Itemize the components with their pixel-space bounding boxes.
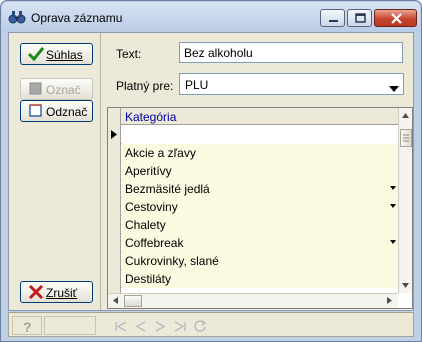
status-text-cell — [44, 316, 96, 335]
cancel-button[interactable]: Zrušiť — [20, 281, 93, 303]
unmark-label: Odznač — [46, 105, 88, 119]
dialog-body: Súhlas Označ Odznač Zrušiť Text: Bez alk… — [8, 32, 414, 311]
category-cell[interactable] — [122, 126, 398, 144]
nav-cell — [98, 316, 411, 335]
table-row[interactable] — [108, 126, 398, 144]
chevron-down-icon — [389, 81, 399, 92]
svg-text:?: ? — [23, 319, 32, 334]
scroll-down-icon[interactable] — [402, 282, 409, 289]
close-icon — [391, 13, 402, 24]
table-row[interactable]: Aperitívy — [108, 162, 398, 180]
current-row-pointer-icon — [111, 130, 117, 139]
minimize-icon — [329, 20, 338, 22]
table-row[interactable]: Destiláty — [108, 270, 398, 288]
maximize-button[interactable] — [347, 9, 372, 27]
unmark-button[interactable]: Odznač — [20, 100, 93, 122]
table-row[interactable]: Cukrovinky, slané — [108, 252, 398, 270]
red-x-icon — [28, 284, 44, 300]
agree-button[interactable]: Súhlas — [20, 43, 93, 65]
text-field-label: Text: — [116, 47, 142, 61]
row-header[interactable] — [108, 234, 121, 252]
category-cell[interactable]: Bezmäsité jedlá — [122, 180, 398, 198]
category-cell[interactable]: Aperitívy — [122, 162, 398, 180]
close-button[interactable] — [374, 9, 417, 27]
last-record-icon[interactable] — [174, 321, 186, 332]
column-header-category[interactable]: Kategória — [122, 108, 398, 125]
table-row[interactable]: Cestoviny — [108, 198, 398, 216]
grid-header: Kategória — [108, 108, 398, 125]
minimize-button[interactable] — [320, 9, 345, 27]
window-title: Oprava záznamu — [31, 11, 123, 25]
agree-label: Súhlas — [46, 48, 83, 62]
mark-label: Označ — [46, 83, 81, 97]
horizontal-scrollbar[interactable] — [108, 293, 398, 308]
dropdown-arrow-icon[interactable] — [390, 204, 396, 208]
prev-record-icon[interactable] — [135, 321, 146, 332]
checkmark-icon — [27, 47, 45, 62]
refresh-icon[interactable] — [194, 320, 207, 333]
category-cell[interactable]: Coffebreak — [122, 234, 398, 252]
vertical-scrollbar[interactable] — [398, 108, 412, 293]
next-record-icon[interactable] — [155, 321, 166, 332]
dialog-window: Oprava záznamu Súhlas Označ Odznač Zruši… — [0, 0, 422, 342]
first-record-icon[interactable] — [115, 321, 127, 332]
scroll-left-icon[interactable] — [112, 297, 119, 304]
title-bar[interactable]: Oprava záznamu — [2, 2, 420, 32]
cancel-label: Zrušiť — [46, 286, 78, 300]
valid-for-label: Platný pre: — [116, 79, 174, 93]
scroll-up-icon[interactable] — [402, 112, 409, 119]
help-icon[interactable]: ? — [21, 319, 35, 334]
category-cell[interactable]: Akcie a zľavy — [122, 144, 398, 162]
scroll-right-icon[interactable] — [386, 297, 393, 304]
row-header[interactable] — [108, 126, 121, 144]
text-field[interactable]: Bez alkoholu — [179, 42, 403, 63]
mark-icon — [28, 82, 44, 96]
help-cell: ? — [12, 316, 42, 335]
mark-button[interactable]: Označ — [20, 78, 93, 100]
vertical-scroll-thumb[interactable] — [400, 129, 412, 147]
category-cell[interactable]: Chalety — [122, 216, 398, 234]
row-header[interactable] — [108, 198, 121, 216]
row-header[interactable] — [108, 270, 121, 288]
valid-for-value: PLU — [185, 78, 209, 92]
dropdown-arrow-icon[interactable] — [390, 186, 396, 190]
category-cell[interactable]: Cukrovinky, slané — [122, 252, 398, 270]
table-row[interactable]: Akcie a zľavy — [108, 144, 398, 162]
valid-for-select[interactable]: PLU — [179, 73, 404, 95]
row-header[interactable] — [108, 252, 121, 270]
maximize-icon — [355, 13, 366, 23]
category-grid: Kategória Akcie a zľavy Aperitívy Bezmäsit… — [107, 107, 413, 309]
table-row[interactable]: Chalety — [108, 216, 398, 234]
binoculars-icon — [8, 9, 26, 25]
category-cell[interactable]: Cestoviny — [122, 198, 398, 216]
row-header[interactable] — [108, 180, 121, 198]
horizontal-scroll-thumb[interactable] — [124, 295, 142, 307]
unmark-icon — [28, 104, 44, 118]
row-header[interactable] — [108, 162, 121, 180]
button-panel: Súhlas Označ Odznač Zrušiť — [9, 33, 101, 310]
dropdown-arrow-icon[interactable] — [390, 240, 396, 244]
table-row[interactable]: Bezmäsité jedlá — [108, 180, 398, 198]
category-cell[interactable]: Destiláty — [122, 270, 398, 288]
grid-rows: Akcie a zľavy Aperitívy Bezmäsité jedlá Ces… — [108, 126, 398, 293]
row-header[interactable] — [108, 216, 121, 234]
table-row[interactable]: Coffebreak — [108, 234, 398, 252]
status-bar: ? — [8, 312, 414, 337]
row-header[interactable] — [108, 144, 121, 162]
